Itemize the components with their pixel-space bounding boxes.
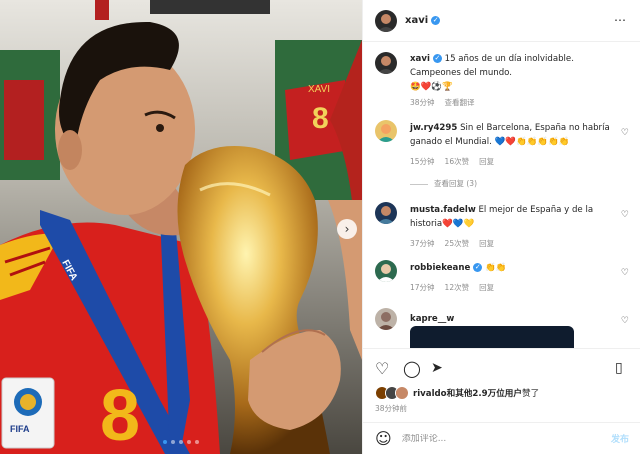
bookmark-icon[interactable]: ▯ [615, 360, 623, 376]
caption-time: 38分钟 [410, 98, 435, 107]
badge-text: FIFA [10, 424, 30, 434]
avatar[interactable] [375, 308, 397, 330]
avatar [395, 386, 409, 400]
caption-username[interactable]: xavi [410, 54, 430, 64]
comments-list: xavi ✓ 15 años de un día inolvidable. Cam… [363, 42, 640, 348]
translate-link[interactable]: 查看翻译 [445, 98, 475, 107]
comment-likes[interactable]: 16次赞 [445, 157, 470, 166]
comment-likes[interactable]: 12次赞 [445, 283, 470, 292]
comment-time: 37分钟 [410, 239, 435, 248]
heart-icon[interactable]: ♡ [375, 359, 389, 378]
verified-icon: ✓ [473, 263, 483, 272]
comment-image-preview [410, 326, 574, 348]
comment-username[interactable]: kapre__w [410, 314, 454, 324]
avatar[interactable] [375, 120, 397, 142]
verified-icon: ✓ [431, 16, 441, 25]
likes-suffix: 赞了 [521, 389, 540, 399]
emoji-icon[interactable]: ☺ [375, 429, 392, 448]
likes-count[interactable]: 其他2.9万位用户 [455, 389, 522, 399]
carousel-dot [163, 440, 167, 444]
likes-summary[interactable]: rivaldo和其他2.9万位用户赞了 [375, 386, 539, 400]
likes-prefix[interactable]: rivaldo和 [413, 389, 455, 399]
carousel-dot [195, 440, 199, 444]
post-comment-button[interactable]: 发布 [611, 432, 629, 445]
comment-username[interactable]: musta.fadelw [410, 205, 476, 215]
post-actions: ♡ ◯ ➤ ▯ rivaldo和其他2.9万位用户赞了 38分钟前 [363, 348, 640, 422]
caption-emojis: 🤩❤️⚽🏆 [410, 82, 453, 92]
comment-likes[interactable]: 25次赞 [445, 239, 470, 248]
carousel-dot [171, 440, 175, 444]
share-icon[interactable]: ➤ [431, 360, 443, 376]
like-comment-icon[interactable]: ♡ [621, 316, 629, 326]
avatar[interactable] [375, 202, 397, 224]
avatar[interactable] [375, 9, 397, 32]
avatar[interactable] [375, 260, 397, 282]
carousel-dot [179, 440, 183, 444]
avatar[interactable] [375, 52, 397, 74]
like-comment-icon[interactable]: ♡ [621, 128, 629, 138]
like-comment-icon[interactable]: ♡ [621, 268, 629, 278]
verified-icon: ✓ [432, 54, 442, 63]
comment-username[interactable]: robbiekeane [410, 263, 470, 273]
post-photo: XAVI 8 FIFA 8 FIFA › [0, 0, 362, 454]
comment-input[interactable] [401, 433, 611, 444]
poster-number: 8 [312, 102, 329, 135]
comment-username[interactable]: jw.ry4295 [410, 123, 457, 133]
view-replies-link[interactable]: 查看回复 (3) [410, 178, 477, 189]
comment-icon[interactable]: ◯ [403, 359, 421, 378]
comment-text: 👏👏 [485, 263, 507, 273]
like-comment-icon[interactable]: ♡ [621, 210, 629, 220]
poster-name: XAVI [308, 84, 330, 95]
post-time: 38分钟前 [375, 404, 408, 413]
next-slide-button[interactable]: › [337, 219, 357, 239]
post-sidebar: xavi ✓ ⋯ xavi ✓ 15 años de un día inolvid… [362, 0, 640, 454]
reply-button[interactable]: 回复 [479, 283, 494, 292]
carousel-dot [187, 440, 191, 444]
reply-button[interactable]: 回复 [479, 157, 494, 166]
comment-time: 15分钟 [410, 157, 435, 166]
post-header: xavi ✓ ⋯ [363, 0, 640, 42]
reply-button[interactable]: 回复 [479, 239, 494, 248]
more-options-icon[interactable]: ⋯ [614, 13, 627, 27]
comment-time: 17分钟 [410, 283, 435, 292]
carousel-dots [0, 440, 362, 444]
header-username[interactable]: xavi [405, 15, 428, 26]
add-comment-bar: ☺ 发布 [363, 422, 640, 454]
